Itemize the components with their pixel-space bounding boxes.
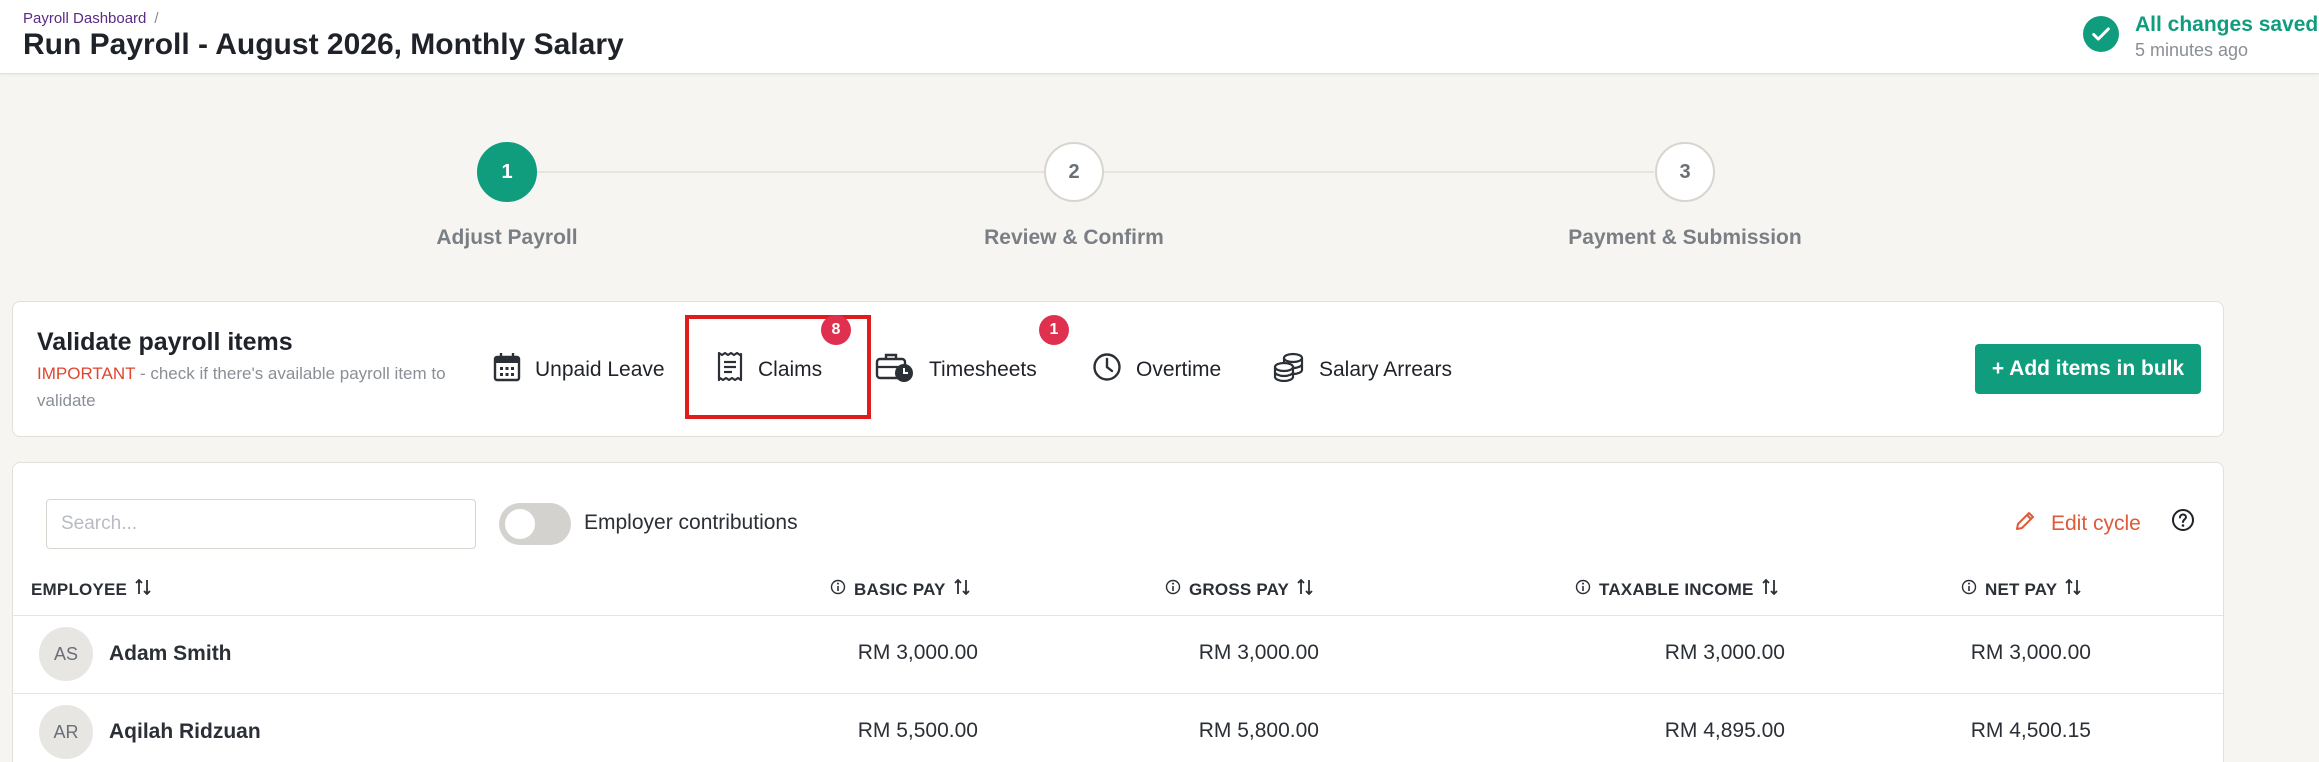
- step-label: Adjust Payroll: [436, 226, 578, 249]
- column-header-taxable-income[interactable]: TAXABLE INCOME: [1575, 578, 1778, 601]
- net-pay-cell: RM 4,500.15: [1970, 719, 2091, 742]
- info-icon: [1961, 579, 1977, 600]
- employee-name[interactable]: Aqilah Ridzuan: [109, 720, 261, 744]
- step-number: 1: [477, 142, 537, 202]
- tab-salary-arrears[interactable]: Salary Arrears: [1273, 350, 1452, 390]
- gross-pay-cell: RM 5,800.00: [1198, 719, 1319, 742]
- important-label: IMPORTANT: [37, 364, 136, 383]
- gross-pay-cell: RM 3,000.00: [1198, 641, 1319, 664]
- sort-icon: [1761, 578, 1778, 601]
- step-payment-submission[interactable]: 3 Payment & Submission: [1555, 140, 1815, 250]
- info-icon: [1575, 579, 1591, 600]
- tab-unpaid-leave[interactable]: Unpaid Leave: [493, 350, 665, 390]
- step-number: 2: [1044, 142, 1104, 202]
- tab-label: Salary Arrears: [1319, 358, 1453, 381]
- check-circle-icon: [2083, 16, 2119, 52]
- info-icon: [830, 579, 846, 600]
- save-status: All changes saved 5 minutes ago: [2083, 12, 2318, 62]
- coins-icon: [1273, 352, 1305, 388]
- step-review-confirm[interactable]: 2 Review & Confirm: [944, 140, 1204, 250]
- save-status-text: All changes saved: [2135, 13, 2319, 36]
- column-header-net-pay[interactable]: NET PAY: [1961, 578, 2081, 601]
- receipt-icon: [716, 351, 744, 389]
- tab-timesheets[interactable]: Timesheets: [875, 350, 1037, 390]
- taxable-income-cell: RM 3,000.00: [1664, 641, 1785, 664]
- column-header-label: EMPLOYEE: [31, 579, 128, 599]
- employer-contributions-toggle[interactable]: [499, 503, 571, 545]
- employee-cell: AR Aqilah Ridzuan: [39, 705, 261, 759]
- breadcrumb: Payroll Dashboard /: [23, 10, 159, 27]
- tab-label: Unpaid Leave: [535, 358, 665, 381]
- header-divider: [13, 615, 2223, 616]
- column-header-label: GROSS PAY: [1189, 579, 1290, 599]
- timesheets-count-badge: 1: [1039, 315, 1069, 345]
- tab-label: Claims: [758, 358, 823, 381]
- toggle-knob: [505, 509, 535, 539]
- tab-claims[interactable]: Claims: [716, 350, 822, 390]
- calendar-icon: [493, 352, 521, 388]
- employee-name[interactable]: Adam Smith: [109, 642, 232, 666]
- step-label: Review & Confirm: [984, 226, 1164, 249]
- step-adjust-payroll[interactable]: 1 Adjust Payroll: [377, 140, 637, 250]
- taxable-income-cell: RM 4,895.00: [1664, 719, 1785, 742]
- sort-icon: [1297, 578, 1313, 601]
- avatar: AR: [39, 705, 93, 759]
- add-items-in-bulk-button[interactable]: + Add items in bulk: [1975, 344, 2201, 394]
- payroll-table-card: Employer contributions Edit cycle EMPLOY…: [12, 462, 2224, 762]
- save-status-time: 5 minutes ago: [2135, 40, 2249, 60]
- validate-note: IMPORTANT - check if there's available p…: [37, 360, 467, 414]
- edit-cycle-label: Edit cycle: [2051, 512, 2141, 535]
- column-header-gross-pay[interactable]: GROSS PAY: [1165, 578, 1313, 601]
- step-label: Payment & Submission: [1568, 226, 1802, 249]
- column-header-label: TAXABLE INCOME: [1599, 579, 1754, 599]
- column-header-label: BASIC PAY: [854, 579, 946, 599]
- sort-icon: [135, 578, 151, 601]
- tab-overtime[interactable]: Overtime: [1092, 350, 1221, 390]
- briefcase-clock-icon: [875, 351, 915, 389]
- column-header-label: NET PAY: [1985, 579, 2058, 599]
- validate-payroll-card: Validate payroll items IMPORTANT - check…: [12, 301, 2224, 437]
- net-pay-cell: RM 3,000.00: [1970, 641, 2091, 664]
- step-number: 3: [1655, 142, 1715, 202]
- avatar: AS: [39, 627, 93, 681]
- basic-pay-cell: RM 3,000.00: [857, 641, 978, 664]
- tab-label: Timesheets: [929, 358, 1037, 381]
- search-input[interactable]: [46, 499, 476, 549]
- help-icon[interactable]: [2171, 508, 2195, 537]
- breadcrumb-link-payroll-dashboard[interactable]: Payroll Dashboard: [23, 10, 146, 27]
- column-header-basic-pay[interactable]: BASIC PAY: [830, 578, 970, 601]
- employer-contributions-label: Employer contributions: [584, 511, 798, 534]
- claims-count-badge: 8: [821, 315, 851, 345]
- sort-icon: [2065, 578, 2081, 601]
- payroll-stepper: 1 Adjust Payroll 2 Review & Confirm 3 Pa…: [0, 140, 2319, 250]
- top-bar: Payroll Dashboard / Run Payroll - August…: [0, 0, 2319, 74]
- basic-pay-cell: RM 5,500.00: [857, 719, 978, 742]
- row-divider: [13, 693, 2223, 694]
- sort-icon: [953, 578, 970, 601]
- pencil-icon: [2013, 509, 2037, 539]
- tab-label: Overtime: [1136, 358, 1222, 381]
- validate-title: Validate payroll items: [37, 328, 293, 356]
- clock-icon: [1092, 352, 1122, 388]
- page-title: Run Payroll - August 2026, Monthly Salar…: [23, 28, 624, 61]
- employee-cell: AS Adam Smith: [39, 627, 232, 681]
- edit-cycle-button[interactable]: Edit cycle: [2013, 509, 2141, 539]
- info-icon: [1165, 579, 1181, 600]
- column-header-employee[interactable]: EMPLOYEE: [31, 578, 151, 601]
- breadcrumb-separator: /: [154, 10, 159, 27]
